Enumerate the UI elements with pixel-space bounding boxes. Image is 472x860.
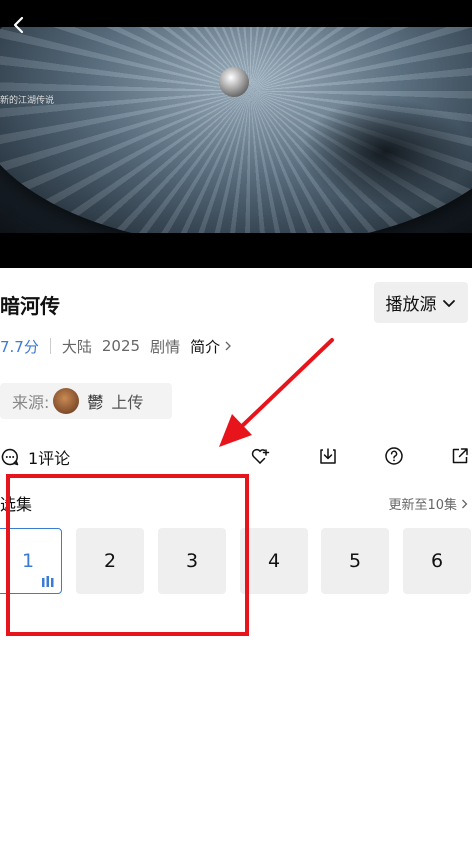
heart-plus-icon[interactable] <box>250 446 270 466</box>
help-icon[interactable] <box>384 446 404 466</box>
video-still-knob <box>219 67 249 97</box>
play-source-button[interactable]: 播放源 <box>374 282 468 323</box>
show-title: 暗河传 <box>0 294 60 318</box>
uploader-chip[interactable]: 来源: 鬱 上传 <box>0 383 172 419</box>
uploader-action: 上传 <box>111 393 144 412</box>
episode-4-tile[interactable]: 4 <box>240 528 308 594</box>
comment-button[interactable]: 1评论 <box>0 445 70 469</box>
episode-number: 6 <box>430 550 444 572</box>
video-frame[interactable]: 新的江湖传说 <box>0 27 472 233</box>
chevron-down-icon <box>442 299 455 307</box>
update-info-link[interactable]: 更新至10集 <box>388 494 468 513</box>
uploader-name[interactable]: 鬱 <box>87 389 103 413</box>
show-meta: 7.7分 大陆 2025 剧情 简介 <box>0 334 232 358</box>
show-genre: 剧情 <box>150 337 181 356</box>
show-score: 7.7分 <box>0 337 39 356</box>
episode-6-tile[interactable]: 6 <box>403 528 471 594</box>
intro-link[interactable]: 简介 <box>190 336 220 357</box>
episode-5-tile[interactable]: 5 <box>321 528 389 594</box>
video-overlay-text: 新的江湖传说 <box>0 96 55 106</box>
chevron-right-icon[interactable] <box>224 341 232 351</box>
meta-divider <box>49 338 51 354</box>
comment-count: 1评论 <box>28 449 71 468</box>
share-icon[interactable] <box>450 446 470 466</box>
episode-number: 5 <box>348 550 362 572</box>
video-still-ink <box>300 97 470 207</box>
play-source-label: 播放源 <box>385 295 437 315</box>
chevron-right-icon <box>462 499 468 508</box>
annotation-highlight-box <box>6 474 249 636</box>
action-bar: 1评论 <box>0 442 472 472</box>
comment-icon <box>1 448 19 466</box>
video-player[interactable]: 新的江湖传说 <box>0 0 472 268</box>
show-region: 大陆 <box>61 337 92 356</box>
download-icon[interactable] <box>318 446 338 466</box>
episode-number: 4 <box>267 550 281 572</box>
update-info-text: 更新至10集 <box>388 498 457 513</box>
uploader-label: 来源: <box>12 393 50 412</box>
avatar[interactable] <box>53 388 80 414</box>
back-arrow-icon[interactable] <box>8 14 30 36</box>
show-year: 2025 <box>101 337 141 355</box>
